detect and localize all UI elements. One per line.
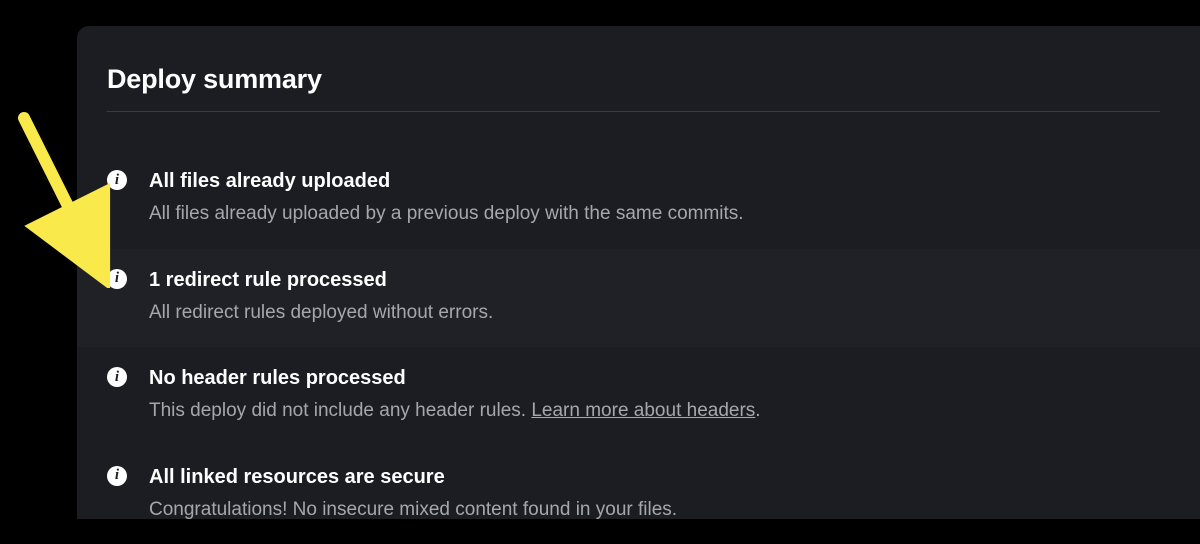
item-title: No header rules processed <box>149 365 1170 391</box>
info-icon: i <box>107 170 127 190</box>
summary-item-secure-resources: i All linked resources are secure Congra… <box>77 446 1200 544</box>
info-icon: i <box>107 367 127 387</box>
item-body: No header rules processed This deploy di… <box>149 365 1170 426</box>
info-icon: i <box>107 466 127 486</box>
item-description: This deploy did not include any header r… <box>149 397 1170 426</box>
item-body: 1 redirect rule processed All redirect r… <box>149 267 1170 328</box>
item-title: All files already uploaded <box>149 168 1170 194</box>
item-title: All linked resources are secure <box>149 464 1170 490</box>
item-description: All files already uploaded by a previous… <box>149 200 1170 229</box>
section-title: Deploy summary <box>107 64 1160 112</box>
summary-item-redirect-rule: i 1 redirect rule processed All redirect… <box>77 249 1200 348</box>
item-body: All files already uploaded All files alr… <box>149 168 1170 229</box>
item-description: All redirect rules deployed without erro… <box>149 299 1170 328</box>
item-title: 1 redirect rule processed <box>149 267 1170 293</box>
summary-items-list: i All files already uploaded All files a… <box>107 150 1200 544</box>
item-description: Congratulations! No insecure mixed conte… <box>149 496 1170 525</box>
summary-item-files-uploaded: i All files already uploaded All files a… <box>77 150 1200 249</box>
deploy-summary-panel: Deploy summary i All files already uploa… <box>77 26 1200 519</box>
learn-more-headers-link[interactable]: Learn more about headers <box>531 400 755 421</box>
item-body: All linked resources are secure Congratu… <box>149 464 1170 525</box>
summary-item-header-rules: i No header rules processed This deploy … <box>77 347 1200 446</box>
info-icon: i <box>107 269 127 289</box>
